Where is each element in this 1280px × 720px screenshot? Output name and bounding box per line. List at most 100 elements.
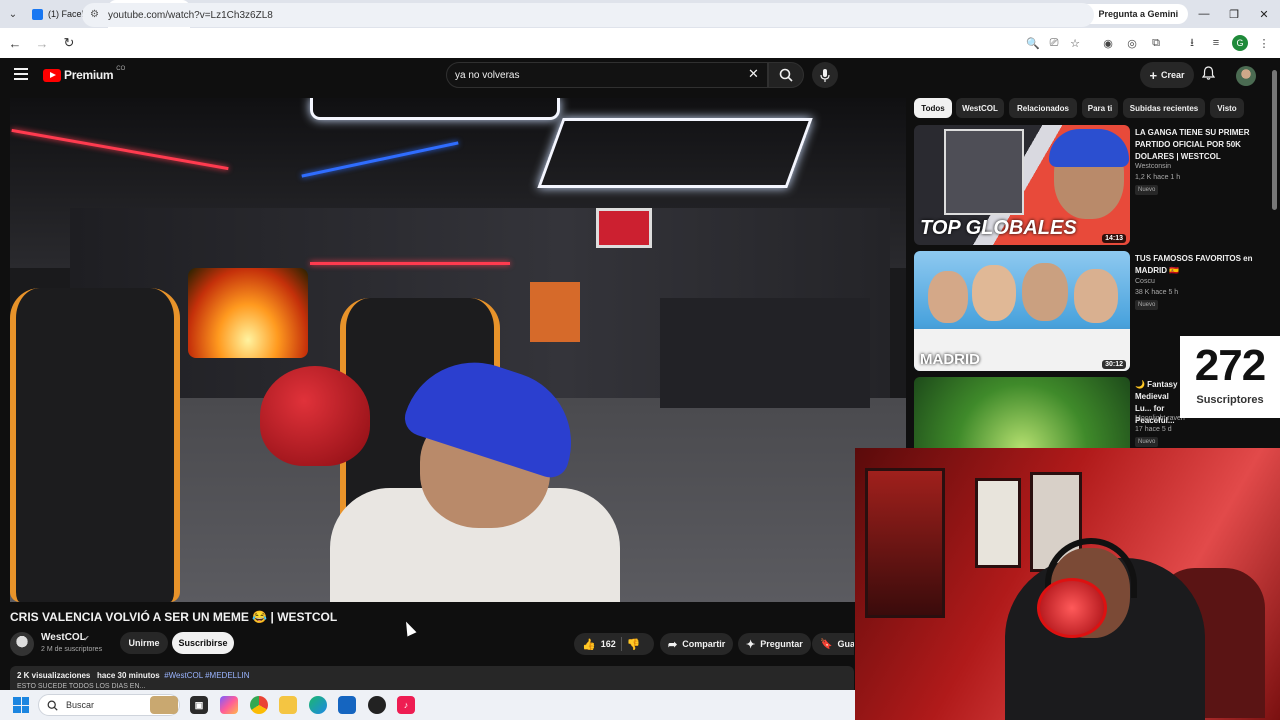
forward-icon[interactable]: → <box>30 31 54 55</box>
video-person <box>330 343 620 602</box>
menu-kebab-icon[interactable]: ⋮ <box>1256 35 1272 51</box>
restore-icon[interactable]: ❐ <box>1218 0 1250 28</box>
wall-poster <box>975 478 1021 568</box>
youtube-masthead: Premium CO ya no volveras ✕ + Crear <box>0 58 1280 94</box>
share-label: Compartir <box>682 639 726 649</box>
thumb-text: TOP GLOBALES <box>920 217 1077 239</box>
account-avatar[interactable] <box>1236 66 1256 86</box>
reload-icon[interactable]: ↻ <box>57 31 81 55</box>
tiktok-icon[interactable]: ♪ <box>397 696 415 714</box>
video-title: CRIS VALENCIA VOLVIÓ A SER UN MEME 😂 | W… <box>10 610 338 624</box>
chip-subidas-recientes[interactable]: Subidas recientes <box>1123 98 1205 118</box>
led-light-shape <box>537 118 813 188</box>
extensions-puzzle-icon[interactable]: ⧉ <box>1148 35 1164 51</box>
sparkle-icon: ✦ <box>746 638 756 651</box>
channel-avatar[interactable] <box>10 632 34 656</box>
address-bar[interactable]: ⚙ youtube.com/watch?v=Lz1Ch3z6ZL8 <box>82 3 1094 27</box>
thumb-face <box>1074 269 1118 323</box>
search-input[interactable]: ya no volveras <box>446 62 768 88</box>
microphone-icon <box>820 68 830 82</box>
subscriber-counter-overlay: 272 Suscriptores <box>1180 336 1280 418</box>
profile-avatar-icon[interactable]: G <box>1232 35 1248 51</box>
recommendation-meta: 17 hace 5 d <box>1135 426 1172 433</box>
youtube-play-icon <box>43 68 61 82</box>
back-icon[interactable]: ← <box>3 31 27 55</box>
thumb-inset <box>944 129 1024 215</box>
zoom-icon[interactable]: 🔍 <box>1025 35 1041 51</box>
video-thumbnail[interactable]: MADRID <box>914 251 1130 371</box>
neon-strip <box>310 262 510 265</box>
youtube-logo[interactable]: Premium CO <box>43 66 126 82</box>
recommendation-channel[interactable]: Moonlight raven <box>1135 415 1185 422</box>
browser-toolbar: ← → ↻ <box>0 28 1280 58</box>
save-button[interactable]: 🔖 Guar <box>812 633 854 655</box>
notifications-bell-icon[interactable] <box>1201 66 1216 83</box>
tab-search-chevron-icon[interactable]: ⌄ <box>0 0 26 28</box>
download-icon[interactable]: ⭳ <box>1184 35 1200 51</box>
extension-icon[interactable]: ◉ <box>1100 35 1116 51</box>
new-badge: Nuevo <box>1135 300 1159 310</box>
chrome-icon[interactable] <box>250 696 268 714</box>
widgets-icon[interactable] <box>150 696 178 714</box>
voice-search-button[interactable] <box>812 62 838 88</box>
save-label: Guar <box>837 639 854 649</box>
obs-icon[interactable] <box>368 696 386 714</box>
dislike-button[interactable]: 👎 <box>627 638 641 651</box>
video-thumbnail[interactable]: TOP GLOBALES <box>914 125 1130 245</box>
close-window-icon[interactable]: ✕ <box>1248 0 1280 28</box>
chip-todos[interactable]: Todos <box>914 98 952 118</box>
recommendation-title[interactable]: LA GANGA TIENE SU PRIMER PARTIDO OFICIAL… <box>1135 127 1261 163</box>
recommendation-channel[interactable]: Coscu <box>1135 278 1155 285</box>
thumb-face <box>1022 263 1068 321</box>
like-count: 162 <box>600 639 616 649</box>
hashtags[interactable]: #WestCOL #MEDELLIN <box>164 671 249 680</box>
led-light-shape <box>310 98 560 120</box>
channel-name[interactable]: WestCOL <box>41 632 86 643</box>
fireplace <box>188 268 308 358</box>
recommendation-item[interactable]: TOP GLOBALES 14:13 LA GANGA TIENE SU PRI… <box>914 125 1274 247</box>
share-button[interactable]: ➦ Compartir <box>660 633 734 655</box>
page-scrollbar[interactable] <box>1272 70 1277 210</box>
logo-country: CO <box>116 66 126 72</box>
chip-westcol[interactable]: WestCOL <box>956 98 1004 118</box>
video-player[interactable] <box>10 98 906 602</box>
join-button[interactable]: Unirme <box>120 632 168 654</box>
red-cup <box>1037 578 1107 638</box>
minimize-icon[interactable]: — <box>1188 0 1220 28</box>
subscribe-button[interactable]: Suscribirse <box>172 632 234 654</box>
gemini-label: Pregunta a Gemini <box>1098 9 1179 19</box>
recommendation-title[interactable]: TUS FAMOSOS FAVORITOS en MADRID 🇪🇸 <box>1135 253 1261 277</box>
chip-para-ti[interactable]: Para ti <box>1082 98 1118 118</box>
search-button[interactable] <box>768 62 804 88</box>
video-thumbnail[interactable] <box>914 377 1130 449</box>
recommendation-channel[interactable]: Westconsin <box>1135 163 1171 170</box>
hamburger-menu-icon[interactable] <box>14 68 28 80</box>
create-button[interactable]: + Crear <box>1140 62 1194 88</box>
task-view-icon[interactable]: ▣ <box>190 696 208 714</box>
reading-list-icon[interactable]: ≡ <box>1208 35 1224 51</box>
description-snippet: ESTO SUCEDE TODOS LOS DIAS EN... <box>17 683 146 690</box>
duration-badge: 30:12 <box>1102 360 1126 369</box>
file-explorer-icon[interactable] <box>279 696 297 714</box>
thumb-text: MADRID <box>920 351 980 368</box>
upload-time: hace 30 minutos <box>97 671 160 680</box>
recommendation-meta: 38 K hace 5 h <box>1135 289 1179 296</box>
store-icon[interactable] <box>338 696 356 714</box>
copilot-icon[interactable] <box>220 696 238 714</box>
share-arrow-icon: ➦ <box>668 638 678 651</box>
chip-visto[interactable]: Visto <box>1210 98 1244 118</box>
windows-start-icon[interactable] <box>13 697 29 713</box>
tab-favicon-icon <box>32 8 43 20</box>
cast-icon[interactable]: ⎚ <box>1046 35 1062 51</box>
bookmark-star-icon[interactable]: ☆ <box>1067 35 1083 51</box>
thumb-face <box>928 271 968 323</box>
taskbar-search-placeholder: Buscar <box>66 700 95 710</box>
ask-button[interactable]: ✦ Preguntar <box>738 633 811 655</box>
edge-icon[interactable] <box>309 696 327 714</box>
extension-icon[interactable]: ◎ <box>1124 35 1140 51</box>
plus-icon: + <box>1149 67 1158 83</box>
site-info-icon[interactable]: ⚙ <box>90 9 102 21</box>
chip-relacionados[interactable]: Relacionados <box>1009 98 1077 118</box>
clear-search-icon[interactable]: ✕ <box>748 66 759 82</box>
like-button[interactable]: 👍 162 <box>582 638 616 651</box>
